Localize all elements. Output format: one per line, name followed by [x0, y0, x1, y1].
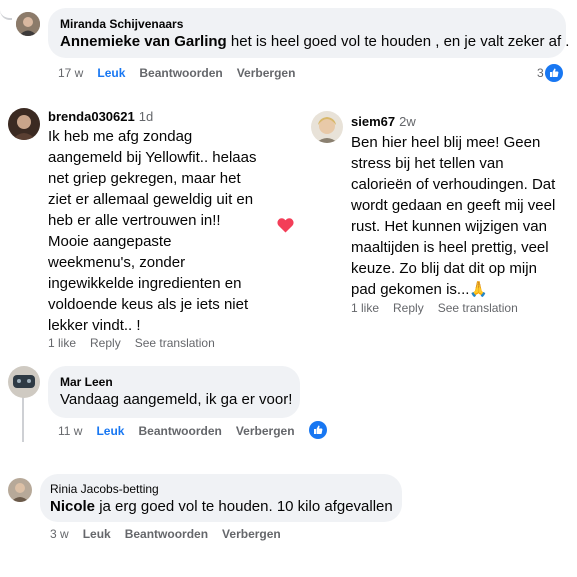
- review-header: siem67 2w: [351, 113, 416, 131]
- review-line: weekmenu's, zonder: [48, 254, 186, 271]
- review-time: 1d: [138, 109, 154, 124]
- review-line: stress bij het tellen van: [351, 155, 504, 172]
- review-text: Ik heb me afg zondag aangemeld bij Yello…: [48, 126, 288, 336]
- avatar-photo-icon: [8, 108, 40, 140]
- avatar[interactable]: [8, 478, 32, 502]
- comment-time[interactable]: 17 w: [58, 66, 83, 80]
- heart-icon[interactable]: [277, 218, 294, 238]
- comment-time[interactable]: 11 w: [58, 424, 82, 438]
- comment-bubble: Mar Leen Vandaag aangemeld, ik ga er voo…: [48, 366, 300, 418]
- thumbs-up-icon: [545, 64, 563, 82]
- like-button[interactable]: Leuk: [96, 424, 124, 438]
- avatar[interactable]: [8, 366, 40, 398]
- review-line: voldoende keus als je iets niet: [48, 296, 249, 313]
- review-line: heb er alle vertrouwen in!!: [48, 212, 221, 229]
- avatar[interactable]: [8, 108, 40, 140]
- comment-body: Vandaag aangemeld, ik ga er voor!: [60, 391, 293, 408]
- review-line: Mooie aangepaste: [48, 233, 172, 250]
- reply-button[interactable]: Beantwoorden: [139, 66, 222, 80]
- hide-button[interactable]: Verbergen: [237, 66, 296, 80]
- reply-button[interactable]: Reply: [90, 336, 121, 350]
- review-line: Ben hier heel blij mee! Geen: [351, 134, 541, 151]
- review-line: rust. Het kunnen wijzigen van: [351, 218, 547, 235]
- review-actions: 1 like Reply See translation: [48, 336, 215, 350]
- reply-button[interactable]: Beantwoorden: [125, 527, 208, 541]
- review-text: Ben hier heel blij mee! Geen stress bij …: [351, 132, 573, 300]
- comment-body: ja erg goed vol te houden. 10 kilo afgev…: [99, 498, 393, 515]
- review-line: maaltijden is heel prettig, veel: [351, 239, 549, 256]
- review-like-count: 1 like: [351, 301, 380, 315]
- avatar-photo-icon: [8, 366, 40, 398]
- avatar-photo-icon: [16, 12, 40, 36]
- review-line: net griep gekregen, maar het: [48, 170, 241, 187]
- mention-link[interactable]: Annemieke van Garling: [60, 33, 227, 50]
- review-line: keuze. Zo blij dat dit op mijn: [351, 260, 537, 277]
- comment-text: Nicole ja erg goed vol te houden. 10 kil…: [50, 497, 393, 517]
- review-line: ingewikkelde ingredienten en: [48, 275, 242, 292]
- review-header: brenda030621 1d: [48, 108, 153, 126]
- review-line: wordt gedaan en geeft mij veel: [351, 197, 556, 214]
- review-line: aangemeld bij Yellowfit.. helaas: [48, 149, 257, 166]
- avatar[interactable]: [16, 12, 40, 36]
- review-author[interactable]: siem67: [351, 114, 395, 129]
- thread-line: [22, 396, 24, 442]
- comment-author[interactable]: Rinia Jacobs-betting: [50, 482, 392, 496]
- hide-button[interactable]: Verbergen: [236, 424, 295, 438]
- review-line: pad gekomen is...🙏: [351, 281, 489, 298]
- like-button[interactable]: Leuk: [97, 66, 125, 80]
- review-like-count: 1 like: [48, 336, 77, 350]
- reaction-count[interactable]: 3: [537, 66, 544, 80]
- review-line: ziet er allemaal geweldig uit en: [48, 191, 254, 208]
- comment-actions: 17 w Leuk Beantwoorden Verbergen: [58, 66, 295, 80]
- avatar-photo-icon: [8, 478, 32, 502]
- comment-text: Annemieke van Garling het is heel goed v…: [60, 32, 569, 52]
- review-author[interactable]: brenda030621: [48, 109, 135, 124]
- comment-actions: 11 w Leuk Beantwoorden Verbergen: [58, 424, 295, 438]
- reply-button[interactable]: Reply: [393, 301, 424, 315]
- reply-button[interactable]: Beantwoorden: [138, 424, 221, 438]
- comment-body: het is heel goed vol te houden , en je v…: [230, 33, 570, 50]
- comment-actions: 3 w Leuk Beantwoorden Verbergen: [50, 527, 281, 541]
- avatar-photo-icon: [311, 111, 343, 143]
- comment-author[interactable]: Mar Leen: [60, 375, 288, 389]
- mention-link[interactable]: Nicole: [50, 498, 95, 515]
- review-line: lekker vindt.. !: [48, 317, 141, 334]
- review-line: Ik heb me afg zondag: [48, 128, 193, 145]
- thread-line: [0, 0, 12, 20]
- review-actions: 1 like Reply See translation: [351, 301, 518, 315]
- avatar[interactable]: [311, 111, 343, 143]
- hide-button[interactable]: Verbergen: [222, 527, 281, 541]
- comment-time[interactable]: 3 w: [50, 527, 69, 541]
- review-time: 2w: [399, 114, 416, 129]
- comment-bubble: Rinia Jacobs-betting Nicole ja erg goed …: [40, 474, 402, 522]
- review-line: calorieën of verhoudingen. Dat: [351, 176, 556, 193]
- thumbs-up-icon: [309, 421, 327, 439]
- comment-author[interactable]: Miranda Schijvenaars: [60, 17, 554, 31]
- see-translation-link[interactable]: See translation: [135, 336, 215, 350]
- comment-bubble: Miranda Schijvenaars Annemieke van Garli…: [48, 8, 569, 58]
- see-translation-link[interactable]: See translation: [438, 301, 518, 315]
- like-button[interactable]: Leuk: [83, 527, 111, 541]
